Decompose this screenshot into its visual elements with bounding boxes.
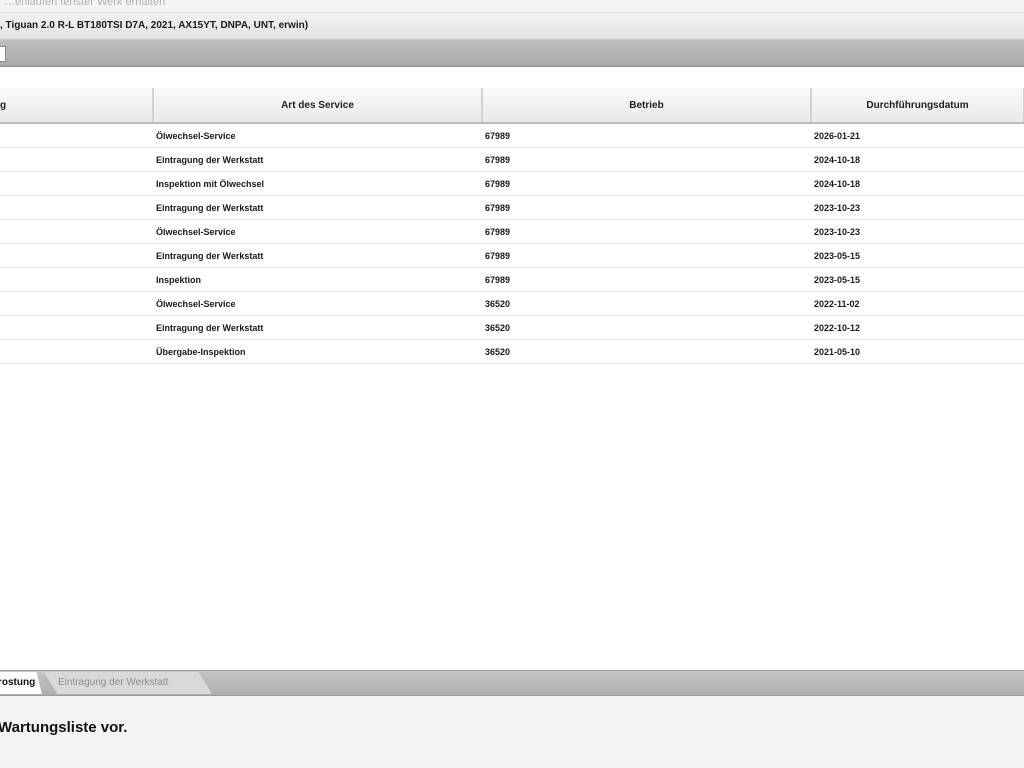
cell-datum: 2022-10-12 bbox=[811, 315, 1024, 340]
column-header-art-des-service[interactable]: Art des Service bbox=[153, 88, 483, 124]
cell-betrieb: 67989 bbox=[482, 243, 811, 268]
cell-first bbox=[0, 267, 153, 292]
top-breadcrumb-bar: …enlaufen fenster Werk erhalten bbox=[0, 0, 1024, 13]
cell-datum: 2023-05-15 bbox=[811, 243, 1024, 268]
bottom-tab-strip: Eintragung der Werkstatt rostung bbox=[0, 670, 1024, 696]
table-row[interactable]: Übergabe-Inspektion 36520 2021-05-10 bbox=[0, 339, 1024, 364]
cell-first bbox=[0, 219, 153, 244]
cell-betrieb: 67989 bbox=[482, 123, 811, 148]
vehicle-info-text: , Tiguan 2.0 R-L BT180TSI D7A, 2021, AX1… bbox=[0, 20, 309, 31]
cell-betrieb: 67989 bbox=[482, 147, 811, 172]
tab-active[interactable]: rostung bbox=[0, 672, 42, 694]
cell-datum: 2021-05-10 bbox=[811, 339, 1024, 364]
message-area: Wartungsliste vor. bbox=[0, 696, 1024, 768]
cell-betrieb: 36520 bbox=[482, 291, 811, 316]
table-row[interactable]: Ölwechsel-Service 67989 2023-10-23 bbox=[0, 219, 1024, 244]
cell-betrieb: 67989 bbox=[482, 171, 811, 196]
cell-service: Übergabe-Inspektion bbox=[153, 339, 482, 364]
cell-service: Eintragung der Werkstatt bbox=[153, 147, 482, 172]
column-header-first[interactable]: g bbox=[0, 88, 154, 124]
cell-first bbox=[0, 315, 153, 340]
cell-betrieb: 36520 bbox=[482, 315, 811, 340]
cell-first bbox=[0, 195, 153, 220]
table-row[interactable]: Eintragung der Werkstatt 67989 2023-10-2… bbox=[0, 195, 1024, 220]
table-row[interactable]: Ölwechsel-Service 67989 2026-01-21 bbox=[0, 123, 1024, 148]
top-breadcrumb-text: …enlaufen fenster Werk erhalten bbox=[4, 0, 166, 8]
cell-service: Eintragung der Werkstatt bbox=[153, 195, 482, 220]
table-row[interactable]: Ölwechsel-Service 36520 2022-11-02 bbox=[0, 291, 1024, 316]
table-row[interactable]: Eintragung der Werkstatt 36520 2022-10-1… bbox=[0, 315, 1024, 340]
cell-datum: 2024-10-18 bbox=[811, 171, 1024, 196]
cell-datum: 2024-10-18 bbox=[811, 147, 1024, 172]
table-row[interactable]: Inspektion mit Ölwechsel 67989 2024-10-1… bbox=[0, 171, 1024, 196]
cell-first bbox=[0, 123, 153, 148]
message-text: Wartungsliste vor. bbox=[0, 719, 128, 736]
toolbar-strip bbox=[0, 40, 1024, 67]
cell-first bbox=[0, 171, 153, 196]
cell-service: Ölwechsel-Service bbox=[153, 123, 482, 148]
cell-datum: 2023-10-23 bbox=[811, 195, 1024, 220]
cell-service: Ölwechsel-Service bbox=[153, 219, 482, 244]
cell-service: Eintragung der Werkstatt bbox=[153, 243, 482, 268]
cell-betrieb: 36520 bbox=[482, 339, 811, 364]
tab-eintragung-der-werkstatt[interactable]: Eintragung der Werkstatt bbox=[44, 672, 212, 694]
table-row[interactable]: Inspektion 67989 2023-05-15 bbox=[0, 267, 1024, 292]
column-header-betrieb[interactable]: Betrieb bbox=[482, 88, 812, 124]
vehicle-info-bar: , Tiguan 2.0 R-L BT180TSI D7A, 2021, AX1… bbox=[0, 13, 1024, 40]
table-header-row: g Art des Service Betrieb Durchführungsd… bbox=[0, 88, 1024, 124]
cell-service: Inspektion mit Ölwechsel bbox=[153, 171, 482, 196]
service-table-container: g Art des Service Betrieb Durchführungsd… bbox=[0, 88, 1024, 364]
cell-betrieb: 67989 bbox=[482, 219, 811, 244]
toolbar-input-field[interactable] bbox=[0, 46, 6, 62]
service-table: g Art des Service Betrieb Durchführungsd… bbox=[0, 88, 1024, 364]
cell-betrieb: 67989 bbox=[482, 195, 811, 220]
cell-service: Eintragung der Werkstatt bbox=[153, 315, 482, 340]
column-header-durchfuehrungsdatum[interactable]: Durchführungsdatum bbox=[811, 88, 1024, 124]
cell-datum: 2023-10-23 bbox=[811, 219, 1024, 244]
page: …enlaufen fenster Werk erhalten , Tiguan… bbox=[0, 0, 1024, 768]
cell-datum: 2023-05-15 bbox=[811, 267, 1024, 292]
cell-first bbox=[0, 147, 153, 172]
cell-service: Inspektion bbox=[153, 267, 482, 292]
table-row[interactable]: Eintragung der Werkstatt 67989 2024-10-1… bbox=[0, 147, 1024, 172]
cell-datum: 2026-01-21 bbox=[811, 123, 1024, 148]
cell-first bbox=[0, 291, 153, 316]
cell-service: Ölwechsel-Service bbox=[153, 291, 482, 316]
cell-first bbox=[0, 243, 153, 268]
cell-betrieb: 67989 bbox=[482, 267, 811, 292]
table-row[interactable]: Eintragung der Werkstatt 67989 2023-05-1… bbox=[0, 243, 1024, 268]
cell-first bbox=[0, 339, 153, 364]
cell-datum: 2022-11-02 bbox=[811, 291, 1024, 316]
